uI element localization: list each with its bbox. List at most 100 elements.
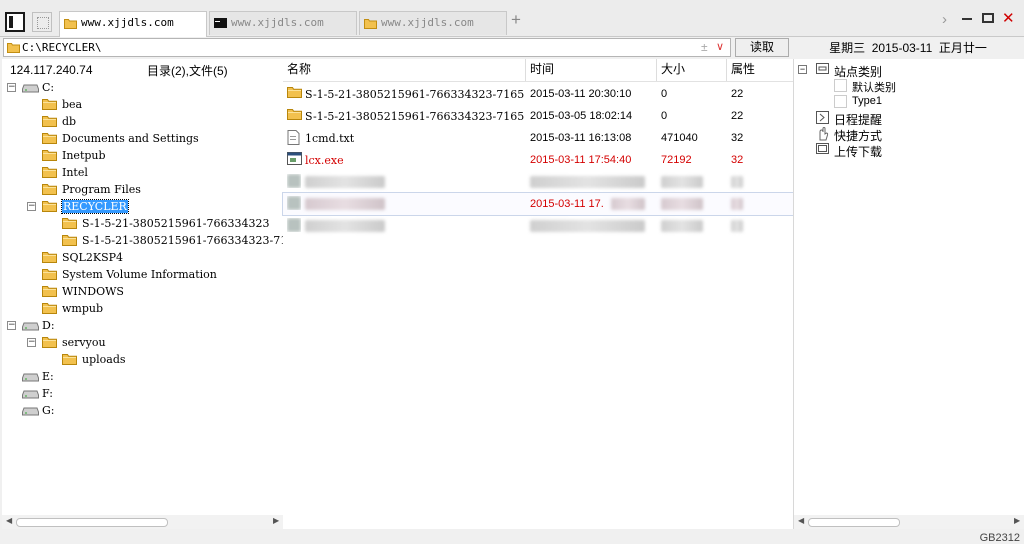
file-size: 72192 [661,154,692,166]
site-tree-label: 站点类别 [834,65,883,79]
file-size: 471040 [661,132,698,144]
sidebar-toggle-button[interactable] [5,12,25,32]
bookmark-plus-icon[interactable]: ± [701,40,708,54]
tree-node-label: System Volume Information [62,268,217,281]
file-row[interactable]: S-1-5-21-3805215961-766334323-7165... 201… [283,105,793,127]
folder-icon [42,98,57,113]
file-row[interactable]: 2015-03-11 17. [282,192,794,216]
exe-icon [287,152,302,168]
file-attr: 22 [731,110,744,122]
column-size[interactable]: 大小 [657,59,727,81]
tree-node-label: D: [42,319,55,332]
column-time[interactable]: 时间 [526,59,657,81]
tree-node-label: uploads [82,353,126,366]
folder-icon [42,268,57,283]
site-tree-label: Type1 [852,95,882,107]
column-name[interactable]: 名称 [283,59,526,81]
file-list-header: 名称 时间 大小 属性 [283,59,793,82]
path-field[interactable]: ± ∨ [3,38,731,57]
folder-icon [42,183,57,198]
chevron-right-icon[interactable]: › [942,12,947,28]
minimize-icon[interactable] [962,18,972,20]
tree-node-label: bea [62,98,83,111]
collapse-icon[interactable]: − [7,83,16,92]
tab-label: www.xjjdls.com [381,16,474,29]
file-time: 2015-03-05 18:02:14 [530,110,633,122]
tree-node-label: S-1-5-21-3805215961-766334323-7165 [82,234,283,247]
collapse-icon[interactable]: − [27,202,36,211]
scroll-right-icon[interactable]: ▶ [273,516,279,525]
file-row[interactable] [283,171,793,193]
tree-node-label: SQL2KSP4 [62,251,124,264]
column-attr[interactable]: 属性 [727,59,793,81]
calendar-icon [816,111,829,127]
file-row[interactable]: 1cmd.txt 2015-03-11 16:13:08 471040 32 [283,127,793,149]
tab-3[interactable]: www.xjjdls.com [359,11,507,35]
drive-icon [22,81,39,96]
terminal-icon [214,18,227,32]
tree-node-label: F: [42,387,53,400]
chevron-down-icon[interactable]: ∨ [716,40,724,53]
scroll-left-icon[interactable]: ◀ [798,516,804,525]
collapse-icon[interactable]: − [27,338,36,347]
tree-node-label: Intel [62,166,88,179]
redacted-region [611,198,645,210]
close-icon[interactable]: ✕ [1002,11,1015,27]
new-window-button[interactable] [32,12,52,32]
collapse-icon[interactable]: − [7,321,16,330]
site-tree-label: 默认类别 [852,82,896,94]
tab-2[interactable]: www.xjjdls.com [209,11,357,35]
tree-node-label: Program Files [62,183,141,196]
site-tree-label: 上传下载 [834,145,883,159]
site-tree-label: 快捷方式 [834,129,883,143]
tree-hscrollbar[interactable]: ◀ ▶ [2,515,283,529]
scroll-thumb[interactable] [16,518,168,527]
collapse-icon[interactable]: − [798,65,807,74]
site-hscrollbar[interactable]: ◀ ▶ [794,515,1024,529]
folder-icon [42,285,57,300]
folder-icon [42,149,57,164]
dotted-box-icon [834,79,847,95]
redacted-region [530,176,645,188]
new-tab-plus-icon[interactable]: + [511,11,521,28]
drive-icon [22,319,39,334]
folder-icon [287,86,302,101]
folder-icon [62,353,77,368]
file-row[interactable]: S-1-5-21-3805215961-766334323-7165... 201… [283,83,793,105]
folder-icon [42,132,57,147]
scroll-thumb[interactable] [808,518,900,527]
folder-icon [42,200,57,215]
scroll-left-icon[interactable]: ◀ [6,516,12,525]
site-panel: − 站点类别默认类别 Type1 日程提醒快捷方式上传下载 ◀ ▶ [793,59,1024,529]
file-time: 2015-03-11 17:54:40 [530,154,632,166]
tree-node-label: C: [42,81,55,94]
file-size: 0 [661,88,668,100]
path-input[interactable] [22,40,662,55]
dotted-square-icon [37,17,49,29]
site-tree-label: 日程提醒 [834,113,883,127]
tab-label: www.xjjdls.com [231,16,324,29]
file-row[interactable]: lcx.exe 2015-03-11 17:54:40 72192 32 [283,149,793,171]
folder-icon [62,234,77,249]
read-button[interactable]: 读取 [735,38,789,57]
file-name: S-1-5-21-3805215961-766334323-7165... [305,110,525,123]
date-display: 星期三 2015-03-11 正月廿一 [794,39,1022,56]
file-name: lcx.exe [305,154,344,167]
server-ip: 124.117.240.74 [10,63,93,77]
tab-label: www.xjjdls.com [81,16,174,29]
file-icon [287,196,301,210]
redacted-region [731,176,743,188]
redacted-region [661,176,703,188]
maximize-icon[interactable] [982,13,994,23]
folder-icon [7,42,20,56]
file-icon [287,218,301,232]
directory-tree: − C: bea db Documents and Settings Inetpub Int… [2,80,283,510]
file-row[interactable] [283,215,793,237]
file-attr: 32 [731,154,744,166]
drive-icon [22,404,39,419]
redacted-region [731,198,743,210]
folder-icon [42,115,57,130]
tab-1[interactable]: www.xjjdls.com [59,11,207,37]
scroll-right-icon[interactable]: ▶ [1014,516,1020,525]
weekday: 星期三 [829,41,866,55]
